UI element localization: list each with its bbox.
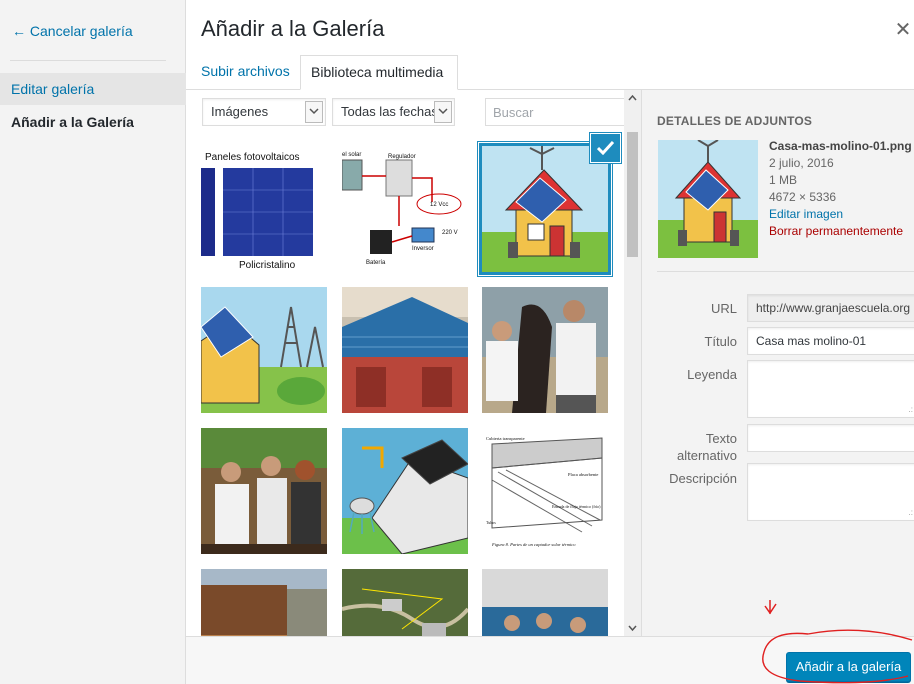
url-field[interactable]: http://www.granjaescuela.org: [747, 294, 914, 322]
attachment-group-photo[interactable]: [482, 569, 608, 636]
attachment-aerial-photo[interactable]: [342, 569, 468, 636]
attachment-dimensions: 4672 × 5336: [769, 190, 837, 204]
close-icon[interactable]: ✕: [893, 18, 913, 42]
attachment-building-photo[interactable]: [201, 569, 327, 636]
attachments-grid: Paneles fotovoltaicos Policristalino Reg…: [186, 136, 624, 636]
attachment-details: Detalles de adjuntos Casa-mas-molino-01.…: [641, 90, 914, 636]
menu-item-edit-gallery[interactable]: Editar galería: [0, 73, 186, 105]
svg-text:Regulador: Regulador: [388, 154, 416, 160]
title-field[interactable]: Casa mas molino-01: [747, 327, 914, 355]
title-label: Título: [704, 334, 737, 349]
details-divider: [657, 271, 914, 272]
svg-text:Inversor: Inversor: [412, 246, 434, 252]
tab-media-library[interactable]: Biblioteca multimedia: [300, 55, 458, 90]
svg-text:220 V: 220 V: [442, 230, 458, 236]
thumb-caption-bottom: Policristalino: [239, 260, 296, 271]
attachment-filesize: 1 MB: [769, 173, 798, 187]
cancel-gallery-link[interactable]: ← Cancelar galería: [12, 23, 133, 39]
selected-check-button[interactable]: [591, 134, 620, 162]
attachment-filename: Casa-mas-molino-01.png: [769, 139, 912, 153]
chevron-down-icon: [434, 101, 452, 123]
svg-text:Cubierta transparente: Cubierta transparente: [486, 436, 525, 441]
caption-field[interactable]: .:: [747, 360, 914, 418]
scroll-down-icon[interactable]: [624, 619, 641, 636]
attachment-preview: [658, 140, 758, 258]
frame-title: Añadir a la Galería: [201, 16, 385, 41]
attachment-house-windmill[interactable]: [479, 143, 611, 275]
edit-image-link[interactable]: Editar imagen: [769, 206, 912, 223]
attachment-solar-heater[interactable]: [342, 428, 468, 554]
alt-text-field[interactable]: [747, 424, 914, 452]
media-menu: ← Cancelar galería Editar galería Añadir…: [0, 0, 186, 684]
svg-text:Figura 8. Partes de un captado: Figura 8. Partes de un captador solar té…: [491, 542, 576, 547]
search-input[interactable]: [485, 98, 626, 126]
delete-permanently-link[interactable]: Borrar permanentemente: [769, 223, 912, 240]
menu-separator: [10, 60, 166, 61]
attachment-roof-panels[interactable]: [342, 287, 468, 413]
description-label: Descripción: [669, 471, 737, 486]
svg-text:12 Vcc: 12 Vcc: [430, 202, 448, 208]
svg-text:Tubos: Tubos: [486, 520, 496, 525]
svg-text:Placa absorbente: Placa absorbente: [568, 472, 598, 477]
attachment-people-photo[interactable]: [201, 428, 327, 554]
attachment-house-towers[interactable]: [201, 287, 327, 413]
date-filter-value: Todas las fechas: [341, 104, 438, 119]
attachment-solar-panels[interactable]: Paneles fotovoltaicos Policristalino: [201, 146, 327, 272]
alt-text-label: Texto alternativo: [677, 431, 737, 463]
media-type-select[interactable]: Imágenes: [202, 98, 326, 126]
url-label: URL: [710, 301, 737, 316]
scroll-up-icon[interactable]: [624, 90, 641, 107]
grid-scrollbar[interactable]: [624, 90, 641, 636]
attachment-horse-photo[interactable]: [482, 287, 608, 413]
attachment-date: 2 julio, 2016: [769, 156, 834, 170]
attachment-collector-diagram[interactable]: Cubierta transparente Placa absorbente E…: [482, 428, 608, 554]
attachment-solar-diagram[interactable]: Regulador el solar 12 Vcc 220 V Inversor…: [342, 146, 468, 272]
media-type-value: Imágenes: [211, 104, 269, 119]
date-filter-select[interactable]: Todas las fechas: [332, 98, 455, 126]
caption-label: Leyenda: [687, 367, 737, 382]
thumb-caption-top: Paneles fotovoltaicos: [205, 152, 300, 163]
resize-grip-icon[interactable]: .:: [909, 509, 913, 517]
svg-text:Batería: Batería: [366, 260, 386, 266]
menu-item-add-to-gallery[interactable]: Añadir a la Galería: [0, 106, 186, 138]
svg-text:Entrada de flujo térmico (frío: Entrada de flujo térmico (frío): [552, 504, 601, 509]
svg-text:el solar: el solar: [342, 152, 361, 158]
attachment-info: Casa-mas-molino-01.png 2 julio, 2016 1 M…: [769, 138, 912, 240]
description-field[interactable]: .:: [747, 463, 914, 521]
tab-upload-files[interactable]: Subir archivos: [201, 55, 290, 89]
add-to-gallery-button[interactable]: Añadir a la galería: [786, 652, 911, 682]
chevron-down-icon: [305, 101, 323, 123]
resize-grip-icon[interactable]: .:: [909, 406, 913, 414]
details-heading: Detalles de adjuntos: [657, 114, 813, 128]
scrollbar-thumb[interactable]: [627, 132, 638, 257]
checkmark-icon: [597, 140, 614, 155]
